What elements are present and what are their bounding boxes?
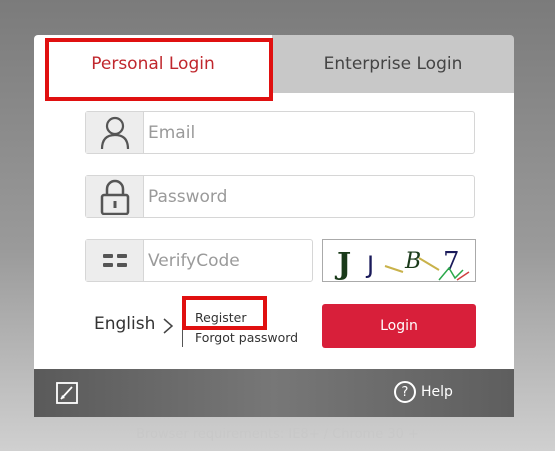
login-tabs: Personal Login Enterprise Login: [34, 35, 514, 93]
password-input[interactable]: [148, 176, 458, 217]
svg-text:B: B: [404, 249, 421, 274]
verify-code-field: [85, 239, 313, 282]
language-selector[interactable]: English: [94, 314, 155, 334]
email-input[interactable]: [148, 112, 458, 153]
help-icon: ?: [394, 381, 416, 403]
help-button[interactable]: ? Help: [394, 381, 453, 403]
user-icon: [86, 112, 144, 153]
keypad-icon: [86, 240, 144, 281]
register-link[interactable]: Register: [195, 310, 246, 325]
divider: [182, 305, 183, 347]
browser-requirements: Browser requirements: IE8+ / Chrome 30 +: [136, 427, 419, 442]
tab-enterprise-login[interactable]: Enterprise Login: [272, 35, 514, 93]
help-label: Help: [421, 384, 453, 400]
email-field: [85, 111, 475, 154]
svg-text:J: J: [334, 247, 351, 281]
login-panel: Personal Login Enterprise Login Email Ve…: [34, 35, 514, 417]
login-button[interactable]: Login: [322, 304, 476, 348]
edit-icon[interactable]: [56, 382, 78, 408]
tab-personal-login[interactable]: Personal Login: [34, 35, 272, 93]
password-field: [85, 175, 475, 218]
captcha-image[interactable]: J J B 7: [322, 239, 476, 282]
forgot-password-link[interactable]: Forgot password: [195, 330, 298, 345]
lock-icon: [86, 176, 144, 217]
svg-text:J: J: [365, 251, 374, 279]
footer-bar: ? Help: [34, 369, 514, 417]
chevron-right-icon[interactable]: [162, 317, 174, 339]
login-form: J J B 7 English Register Forgot password…: [34, 93, 514, 369]
verify-code-input[interactable]: [148, 240, 298, 281]
